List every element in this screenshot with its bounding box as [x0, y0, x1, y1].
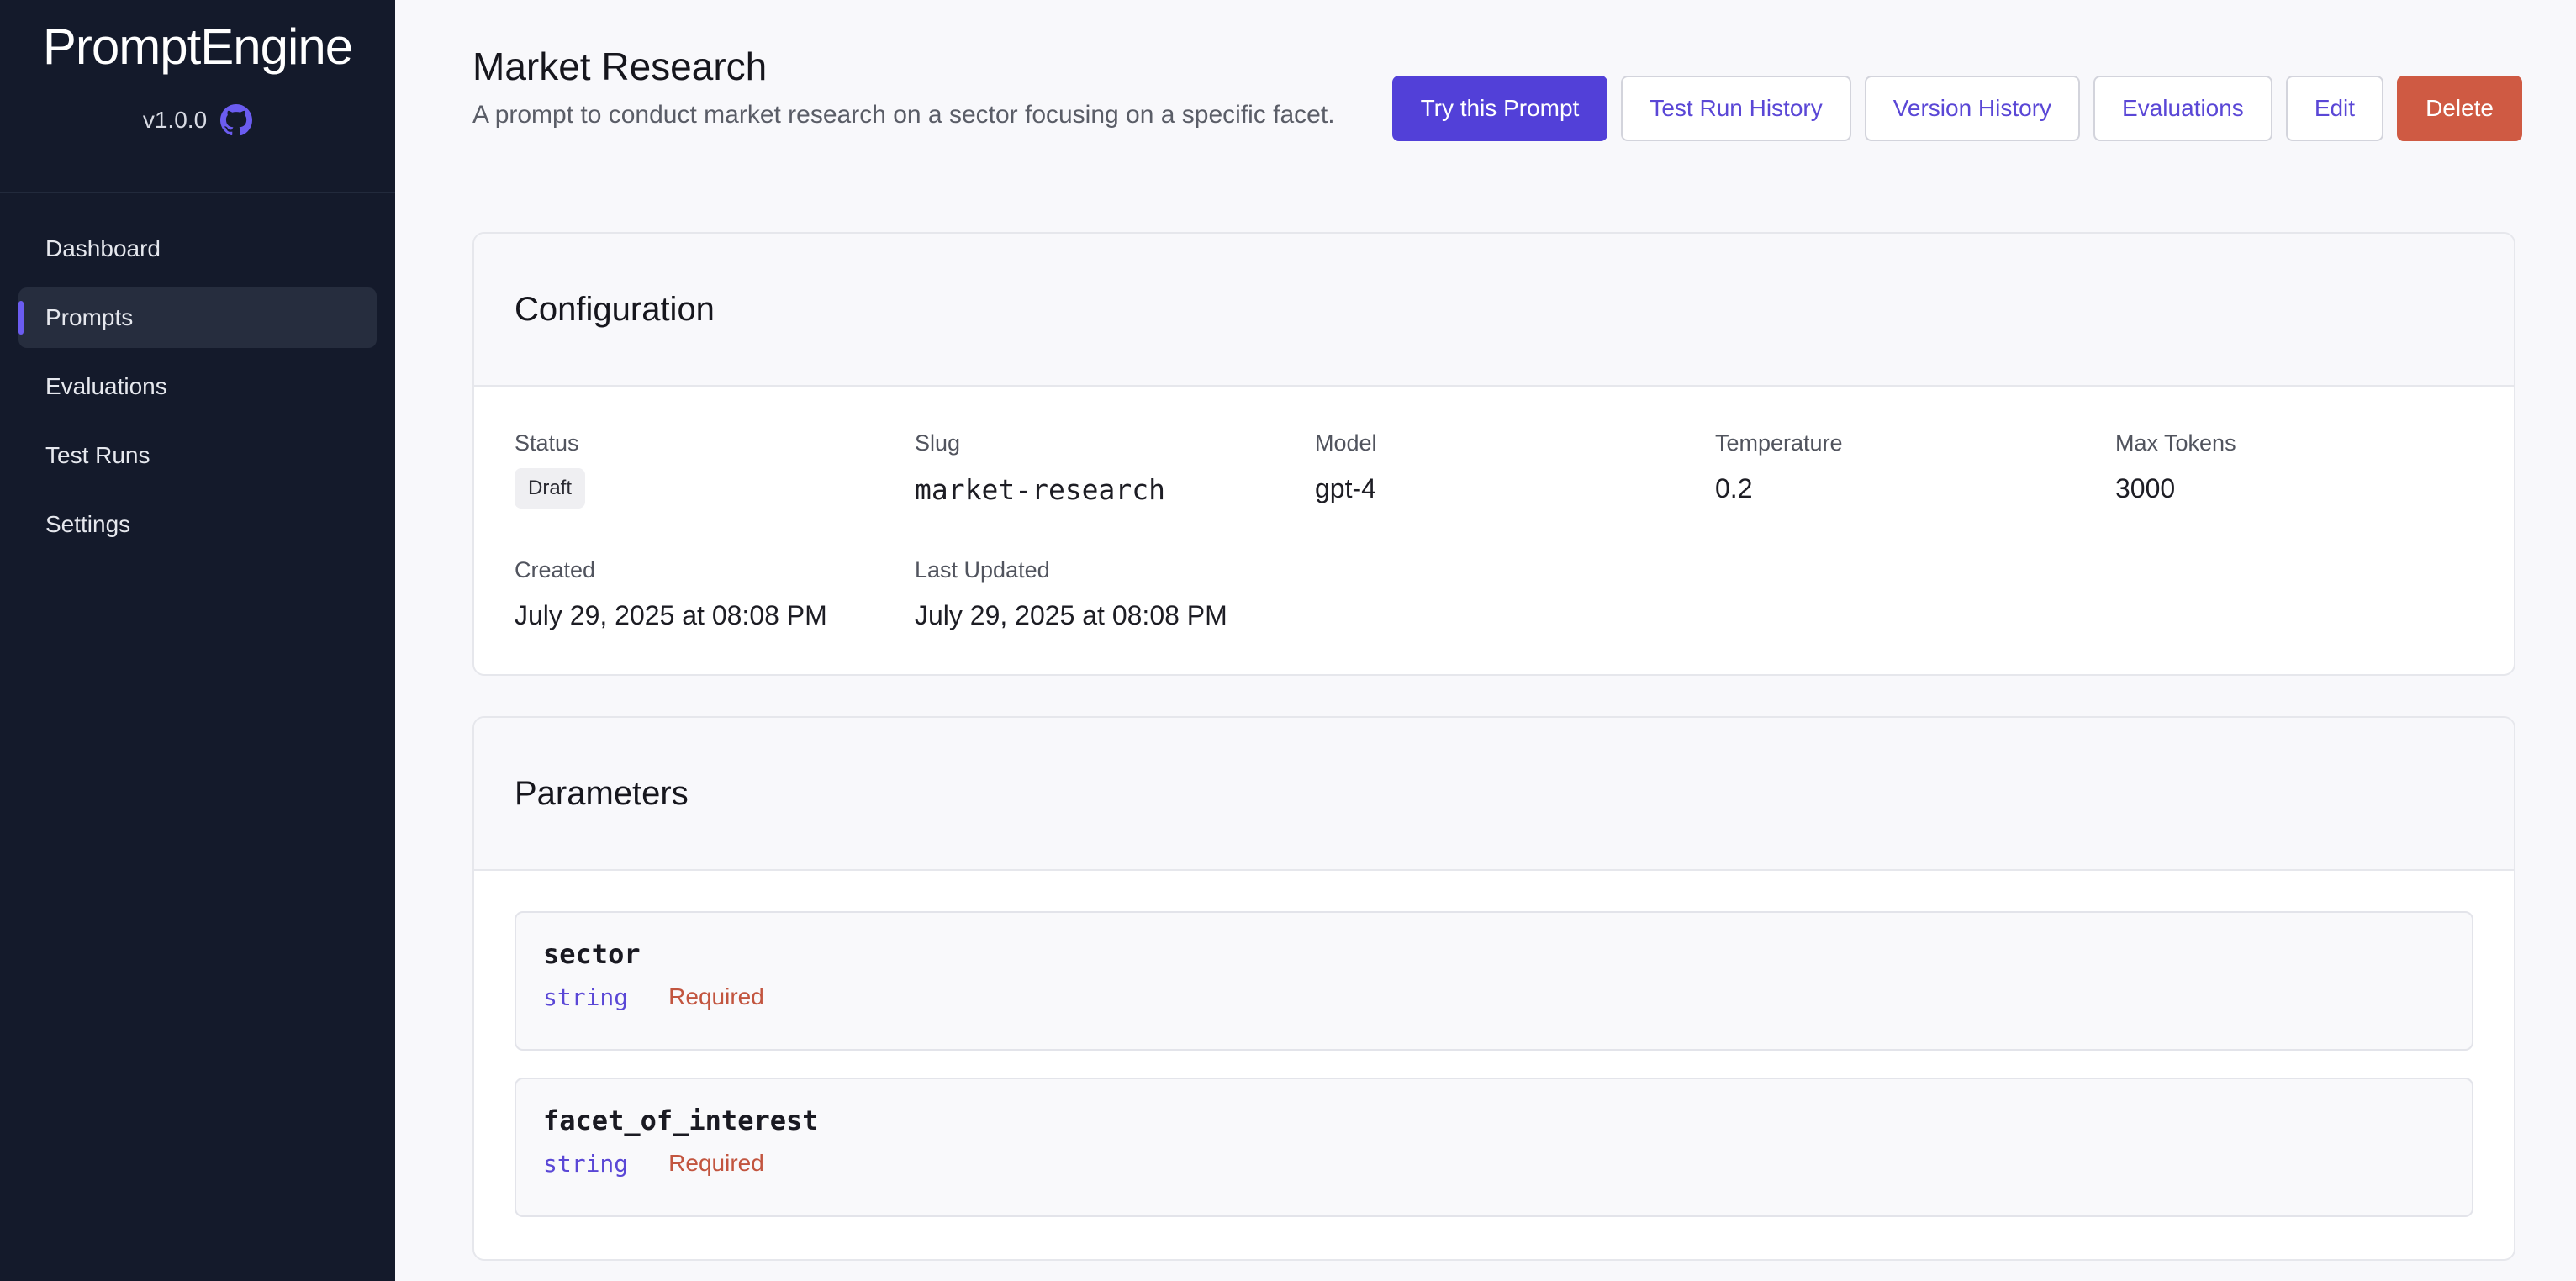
try-prompt-button[interactable]: Try this Prompt [1391, 76, 1608, 141]
parameters-card: Parameters sector string Required facet_… [472, 716, 2515, 1261]
model-value: gpt-4 [1315, 473, 1376, 503]
page-header: Market Research A prompt to conduct mark… [472, 39, 2522, 141]
sidebar-nav: Dashboard Prompts Evaluations Test Runs … [0, 193, 395, 588]
app-logo[interactable]: PromptEngine [0, 17, 395, 77]
page-description: A prompt to conduct market research on a… [472, 101, 1335, 129]
action-bar: Try this Prompt Test Run History Version… [1391, 76, 2522, 141]
created-field: Created July 29, 2025 at 08:08 PM [515, 557, 827, 631]
version-row: v1.0.0 [0, 104, 395, 136]
parameter-meta: string Required [543, 983, 2445, 1011]
brand-block: PromptEngine v1.0.0 [0, 0, 395, 193]
status-badge: Draft [515, 468, 586, 509]
sidebar-item-evaluations[interactable]: Evaluations [18, 356, 377, 417]
parameter-type: string [543, 983, 629, 1011]
version-history-button[interactable]: Version History [1864, 76, 2081, 141]
slug-value: market-research [915, 473, 1166, 506]
max-tokens-value: 3000 [2115, 473, 2176, 503]
updated-label: Last Updated [915, 557, 1050, 583]
status-field: Status Draft [515, 430, 586, 509]
sidebar: PromptEngine v1.0.0 Dashboard Prompts Ev… [0, 0, 395, 1281]
parameter-name: sector [543, 938, 641, 970]
parameter-item: facet_of_interest string Required [515, 1078, 2473, 1217]
edit-button[interactable]: Edit [2285, 76, 2384, 141]
status-label: Status [515, 430, 579, 456]
version-label: v1.0.0 [142, 107, 208, 133]
sidebar-item-label: Settings [45, 511, 131, 537]
sidebar-item-label: Dashboard [45, 235, 161, 261]
sidebar-item-label: Prompts [45, 304, 134, 330]
temperature-value: 0.2 [1715, 473, 1753, 503]
temperature-field: Temperature 0.2 [1715, 430, 1843, 504]
max-tokens-field: Max Tokens 3000 [2115, 430, 2236, 504]
parameter-item: sector string Required [515, 911, 2473, 1051]
parameter-type: string [543, 1150, 629, 1178]
sidebar-item-settings[interactable]: Settings [18, 494, 377, 555]
created-value: July 29, 2025 at 08:08 PM [515, 600, 827, 630]
parameter-required: Required [668, 1150, 764, 1176]
parameter-meta: string Required [543, 1150, 2445, 1178]
main-content: Market Research A prompt to conduct mark… [395, 0, 2576, 1281]
model-field: Model gpt-4 [1315, 430, 1377, 504]
model-label: Model [1315, 430, 1377, 456]
configuration-title: Configuration [515, 290, 715, 328]
github-icon[interactable] [220, 104, 253, 136]
temperature-label: Temperature [1715, 430, 1843, 456]
slug-field: Slug market-research [915, 430, 1165, 506]
parameter-list: sector string Required facet_of_interest… [474, 871, 2514, 1217]
parameters-title: Parameters [515, 774, 689, 812]
evaluations-button[interactable]: Evaluations [2093, 76, 2272, 141]
delete-button[interactable]: Delete [2397, 76, 2522, 141]
test-run-history-button[interactable]: Test Run History [1621, 76, 1851, 141]
configuration-card: Configuration Status Draft Slug market-r… [472, 232, 2515, 676]
sidebar-item-label: Evaluations [45, 373, 167, 399]
parameters-header: Parameters [474, 718, 2514, 871]
sidebar-item-test-runs[interactable]: Test Runs [18, 425, 377, 486]
parameter-required: Required [668, 983, 764, 1010]
configuration-header: Configuration [474, 234, 2514, 387]
updated-value: July 29, 2025 at 08:08 PM [915, 600, 1227, 630]
parameter-name: facet_of_interest [543, 1104, 819, 1136]
slug-label: Slug [915, 430, 961, 456]
sidebar-item-prompts[interactable]: Prompts [18, 287, 377, 348]
created-label: Created [515, 557, 596, 583]
updated-field: Last Updated July 29, 2025 at 08:08 PM [915, 557, 1227, 631]
sidebar-item-label: Test Runs [45, 442, 150, 468]
configuration-grid: Status Draft Slug market-research Model … [474, 387, 2514, 674]
sidebar-item-dashboard[interactable]: Dashboard [18, 219, 377, 279]
max-tokens-label: Max Tokens [2115, 430, 2236, 456]
